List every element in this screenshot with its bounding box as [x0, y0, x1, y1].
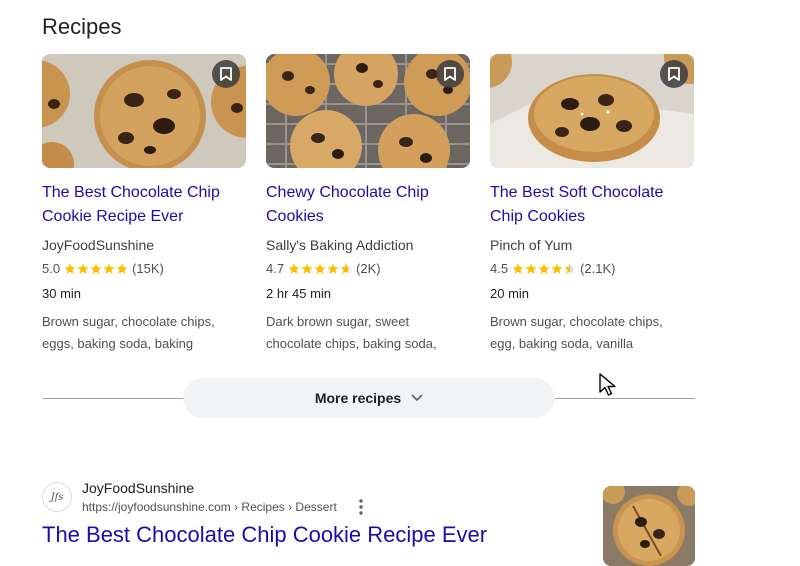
star-icon — [525, 263, 537, 274]
section-title: Recipes — [42, 14, 122, 39]
recipe-card[interactable]: The Best Chocolate Chip Cookie Recipe Ev… — [42, 54, 246, 355]
star-icon — [327, 263, 339, 274]
mouse-pointer-icon — [599, 373, 616, 396]
recipe-thumbnail[interactable] — [42, 54, 246, 168]
star-icon — [512, 263, 524, 274]
rating-row: 5.0 (15K) — [42, 261, 246, 276]
recipe-source: Sally's Baking Addiction — [266, 237, 414, 253]
star-icon — [103, 263, 115, 274]
rating-stars — [512, 263, 576, 275]
rating-value: 4.7 — [266, 261, 285, 276]
star-icon — [116, 263, 128, 274]
rating-row: 4.7 (2K) — [266, 261, 470, 276]
result-thumbnail[interactable] — [603, 486, 695, 566]
ingredients-line: eggs, baking soda, baking — [42, 336, 194, 351]
recipe-title-line: Cookies — [266, 208, 324, 225]
star-icon — [64, 263, 76, 274]
more-recipes-label: More recipes — [314, 390, 402, 406]
ingredients: Brown sugar, chocolate chips, egg, bakin… — [490, 311, 694, 355]
ingredients-line: chocolate chips, baking soda, — [266, 336, 437, 351]
ingredients-line: Brown sugar, chocolate chips, — [42, 314, 215, 329]
rating-value: 4.5 — [490, 261, 509, 276]
recipe-title-link[interactable]: The Best Chocolate Chip Cookie Recipe Ev… — [42, 181, 246, 229]
save-recipe-button[interactable] — [660, 60, 688, 88]
cookie-photo — [603, 486, 695, 566]
recipe-thumbnail[interactable] — [490, 54, 694, 168]
site-name[interactable]: JoyFoodSunshine — [82, 480, 194, 496]
rating-count: (2K) — [356, 261, 381, 276]
bookmark-icon — [220, 67, 232, 81]
chevron-down-icon — [411, 394, 423, 401]
star-icon — [551, 263, 563, 274]
star-icon — [90, 263, 102, 274]
bookmark-icon — [444, 67, 456, 81]
star-icon — [314, 263, 326, 274]
recipe-title-line: Chewy Chocolate Chip — [266, 184, 429, 201]
bookmark-icon — [668, 67, 680, 81]
rating-count: (2.1K) — [580, 261, 616, 276]
star-icon — [564, 263, 576, 274]
star-icon — [301, 263, 313, 274]
ingredients: Dark brown sugar, sweet chocolate chips,… — [266, 311, 470, 355]
recipe-title-link[interactable]: The Best Soft Chocolate Chip Cookies — [490, 181, 694, 229]
rating-stars — [64, 263, 128, 275]
cook-time: 2 hr 45 min — [266, 286, 332, 301]
recipe-title-line: Cookie Recipe Ever — [42, 208, 184, 225]
star-icon — [340, 263, 352, 274]
recipe-card[interactable]: Chewy Chocolate Chip Cookies Sally's Bak… — [266, 54, 470, 355]
recipe-thumbnail[interactable] — [266, 54, 470, 168]
recipe-source: Pinch of Yum — [490, 237, 573, 253]
cook-time: 30 min — [42, 286, 82, 301]
result-title-link[interactable]: The Best Chocolate Chip Cookie Recipe Ev… — [42, 522, 487, 548]
recipe-title-line: Chip Cookies — [490, 208, 586, 225]
star-icon — [288, 263, 300, 274]
ingredients-line: Dark brown sugar, sweet — [266, 314, 410, 329]
rating-row: 4.5 (2.1K) — [490, 261, 694, 276]
recipe-card[interactable]: The Best Soft Chocolate Chip Cookies Pin… — [490, 54, 694, 355]
ingredients-line: Brown sugar, chocolate chips, — [490, 314, 663, 329]
cook-time: 20 min — [490, 286, 530, 301]
recipe-title-link[interactable]: Chewy Chocolate Chip Cookies — [266, 181, 470, 229]
star-icon — [538, 263, 550, 274]
rating-value: 5.0 — [42, 261, 61, 276]
star-icon — [77, 263, 89, 274]
more-recipes-button[interactable]: More recipes — [183, 378, 555, 418]
site-favicon: Jfs — [42, 482, 72, 512]
save-recipe-button[interactable] — [436, 60, 464, 88]
recipe-title-line: The Best Soft Chocolate — [490, 184, 664, 201]
recipe-source: JoyFoodSunshine — [42, 237, 155, 253]
rating-count: (15K) — [132, 261, 164, 276]
ingredients-line: egg, baking soda, vanilla — [490, 336, 634, 351]
save-recipe-button[interactable] — [212, 60, 240, 88]
recipe-title-line: The Best Chocolate Chip — [42, 184, 220, 201]
ingredients: Brown sugar, chocolate chips, eggs, baki… — [42, 311, 246, 355]
site-url[interactable]: https://joyfoodsunshine.com › Recipes › … — [82, 500, 337, 514]
more-vert-icon[interactable] — [354, 498, 368, 516]
rating-stars — [288, 263, 352, 275]
